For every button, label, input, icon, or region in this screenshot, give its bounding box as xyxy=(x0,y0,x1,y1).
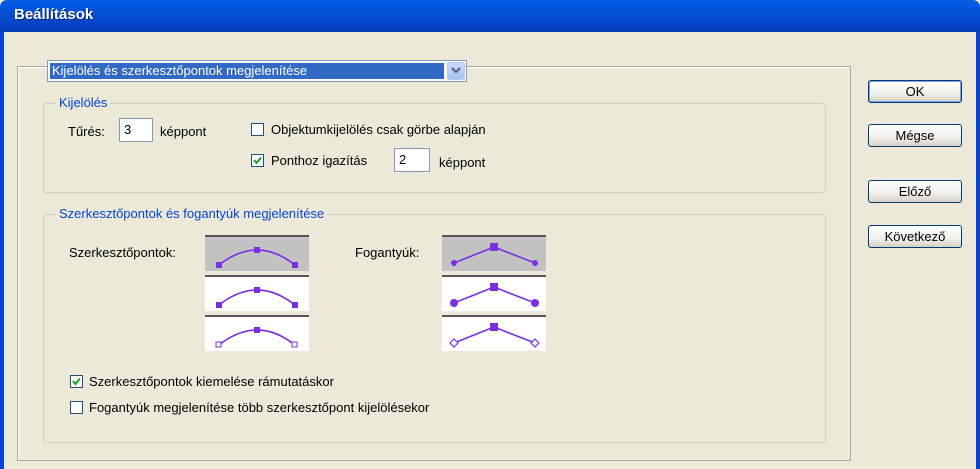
window-title: Beállítások xyxy=(14,6,94,23)
selection-group-legend: Kijelölés xyxy=(56,95,111,110)
anchor-style-1-icon xyxy=(216,247,298,268)
show-handles-label[interactable]: Fogantyúk megjelenítése több szerkesztőp… xyxy=(89,400,429,415)
snap-to-point-label[interactable]: Ponthoz igazítás xyxy=(271,153,367,168)
handle-style-1-icon xyxy=(451,243,538,266)
tolerance-input[interactable]: 3 xyxy=(119,118,153,142)
window-frame-right xyxy=(976,32,980,469)
chevron-down-icon[interactable] xyxy=(447,62,465,80)
object-selection-label[interactable]: Objektumkijelölés csak görbe alapján xyxy=(271,122,486,137)
ok-button[interactable]: OK xyxy=(868,80,962,103)
preferences-dialog: Beállítások Kijelölés és szerkesztőponto… xyxy=(0,0,980,469)
handle-style-option-3[interactable] xyxy=(442,315,546,351)
handles-label: Fogantyúk: xyxy=(355,245,420,260)
previous-button[interactable]: Előző xyxy=(868,180,962,203)
tolerance-label: Tűrés: xyxy=(68,124,105,139)
anchor-style-3-icon xyxy=(215,327,298,348)
anchor-style-option-3[interactable] xyxy=(205,315,309,351)
snap-distance-unit: képpont xyxy=(439,155,486,170)
title-bar[interactable]: Beállítások xyxy=(0,0,980,32)
window-frame-left xyxy=(0,32,4,469)
panel-selector-dropdown[interactable]: Kijelölés és szerkesztőpontok megjelenít… xyxy=(47,60,467,82)
handle-style-option-2[interactable] xyxy=(442,275,546,311)
anchor-style-option-2[interactable] xyxy=(205,275,309,311)
snap-to-point-checkbox[interactable] xyxy=(251,154,264,167)
anchor-style-option-1[interactable] xyxy=(205,235,309,271)
highlight-anchors-label[interactable]: Szerkesztőpontok kiemelése rámutatáskor xyxy=(89,374,334,389)
selection-group xyxy=(43,103,826,193)
object-selection-checkbox[interactable] xyxy=(251,123,264,136)
panel-selector-value: Kijelölés és szerkesztőpontok megjelenít… xyxy=(50,63,444,79)
show-handles-checkbox[interactable] xyxy=(70,401,83,414)
tolerance-unit: képpont xyxy=(160,124,207,139)
handle-style-option-1[interactable] xyxy=(442,235,546,271)
highlight-anchors-checkbox[interactable] xyxy=(70,375,83,388)
handle-style-2-icon xyxy=(450,283,539,307)
snap-distance-input[interactable]: 2 xyxy=(394,148,430,172)
anchors-label: Szerkesztőpontok: xyxy=(69,245,176,260)
anchor-style-2-icon xyxy=(216,287,298,308)
checkmark-icon xyxy=(72,377,81,386)
next-button[interactable]: Következő xyxy=(868,225,962,248)
anchor-display-group-legend: Szerkesztőpontok és fogantyúk megjelenít… xyxy=(56,206,328,221)
checkmark-icon xyxy=(253,156,262,165)
handle-style-3-icon xyxy=(449,323,540,348)
cancel-button[interactable]: Mégse xyxy=(868,124,962,147)
